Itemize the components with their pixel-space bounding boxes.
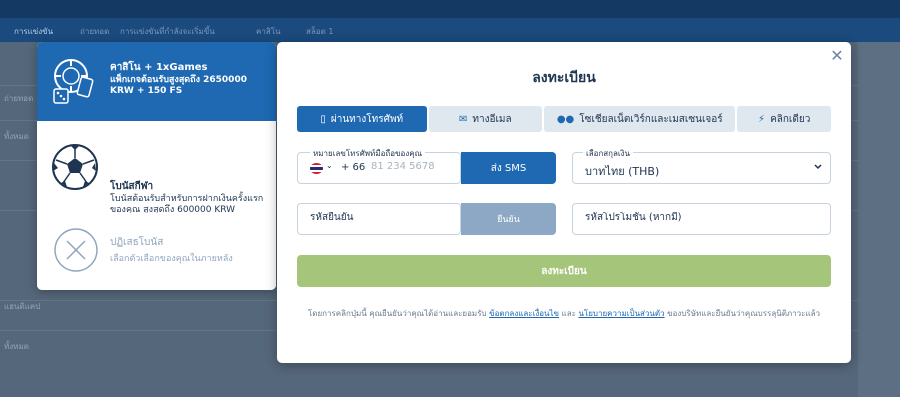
terms-middle: และ — [559, 309, 579, 318]
currency-label: เลือกสกุลเงิน — [583, 147, 634, 160]
tab-email[interactable]: ✉ ทางอีเมล — [428, 106, 543, 132]
tab-phone[interactable]: ▯ ผ่านทางโทรศัพท์ — [297, 106, 427, 132]
thailand-flag-icon[interactable] — [310, 163, 323, 174]
privacy-policy-link[interactable]: นโยบายความเป็นส่วนตัว — [578, 309, 664, 318]
country-code: + 66 — [341, 162, 366, 173]
phone-label: หมายเลขโทรศัพท์มือถือของคุณ — [310, 147, 426, 160]
chevron-down-icon[interactable]: ⌄ — [326, 161, 333, 170]
registration-modal: ✕ ลงทะเบียน ▯ ผ่านทางโทรศัพท์ ✉ ทางอีเมล… — [277, 42, 851, 363]
bonus-decline-title: ปฏิเสธโบนัส — [110, 237, 164, 248]
currency-value: บาทไทย (THB) — [585, 165, 660, 178]
bonus-casino-description: แพ็กเกจต้อนรับสูงสุดถึง 2650000 KRW + 15… — [110, 75, 247, 96]
bonus-decline-description: เลือกตัวเลือกของคุณในภายหลัง — [110, 254, 233, 264]
tab-label: ผ่านทางโทรศัพท์ — [330, 113, 404, 125]
confirm-code-button[interactable]: ยืนยัน — [461, 203, 556, 235]
terms-suffix: ของบริษัทและยืนยันว่าคุณบรรลุนิติภาวะแล้… — [664, 309, 821, 318]
soccer-ball-icon — [52, 144, 98, 190]
envelope-icon: ✉ — [458, 113, 468, 125]
send-sms-button[interactable]: ส่ง SMS — [461, 152, 556, 184]
phone-field: หมายเลขโทรศัพท์มือถือของคุณ ⌄ + 66 — [297, 147, 461, 184]
bonus-casino-card[interactable]: คาสิโน + 1xGames แพ็กเกจต้อนรับสูงสุดถึง… — [37, 42, 276, 121]
nav-item[interactable]: ถ่ายทอด — [80, 25, 109, 38]
lightning-icon: ⚡ — [758, 113, 766, 125]
terms-link[interactable]: ข้อตกลงและเงื่อนไข — [489, 309, 559, 318]
tab-label: โซเชียลเน็ตเวิร์กและเมสเซนเจอร์ — [579, 113, 723, 125]
close-icon[interactable]: ✕ — [828, 47, 846, 65]
background-text: ถ่ายทอด — [4, 94, 34, 103]
registration-tabs: ▯ ผ่านทางโทรศัพท์ ✉ ทางอีเมล ●● โซเชียลเ… — [297, 106, 831, 132]
site-nav: การแข่งขัน ถ่ายทอด การแข่งขันที่กำลังจะเ… — [0, 18, 900, 42]
register-button[interactable]: ลงทะเบียน — [297, 255, 831, 287]
tab-one-click[interactable]: ⚡ คลิกเดียว — [737, 106, 831, 132]
currency-select[interactable]: เลือกสกุลเงิน บาทไทย (THB) — [572, 147, 831, 184]
tab-label: คลิกเดียว — [770, 113, 811, 125]
phone-icon: ▯ — [320, 113, 326, 125]
promo-code-field — [572, 203, 831, 235]
background-text: ทั้งหมด — [4, 342, 29, 351]
background-odds-column — [858, 42, 900, 397]
casino-chip-icon — [53, 59, 94, 104]
modal-title: ลงทะเบียน — [532, 70, 596, 86]
nav-item[interactable]: การแข่งขัน — [14, 25, 53, 38]
background-text: แฮนดิแคป — [4, 302, 41, 311]
users-icon: ●● — [556, 113, 575, 125]
bonus-casino-title: คาสิโน + 1xGames — [110, 62, 208, 73]
nav-item[interactable]: คาสิโน — [256, 25, 281, 38]
bonus-sport-title: โบนัสกีฬา — [110, 181, 154, 192]
confirmation-code-input[interactable] — [310, 212, 450, 223]
phone-input[interactable] — [371, 161, 461, 172]
tab-social[interactable]: ●● โซเชียลเน็ตเวิร์กและเมสเซนเจอร์ — [544, 106, 736, 132]
site-header — [0, 0, 900, 18]
background-text: ทั้งหมด — [4, 132, 29, 141]
close-circle-icon — [54, 228, 98, 272]
chevron-down-icon — [814, 164, 822, 170]
confirmation-code-field — [297, 203, 461, 235]
terms-text: โดยการคลิกปุ่มนี้ คุณยืนยันว่าคุณได้อ่าน… — [299, 308, 829, 320]
nav-item[interactable]: สล็อต 1 — [306, 25, 333, 38]
bonus-decline-card[interactable]: ปฏิเสธโบนัส เลือกตัวเลือกของคุณในภายหลัง — [37, 213, 276, 290]
promo-code-input[interactable] — [585, 212, 815, 223]
tab-label: ทางอีเมล — [472, 113, 512, 125]
nav-item[interactable]: การแข่งขันที่กำลังจะเริ่มขึ้น — [120, 25, 215, 38]
terms-prefix: โดยการคลิกปุ่มนี้ คุณยืนยันว่าคุณได้อ่าน… — [307, 309, 490, 318]
